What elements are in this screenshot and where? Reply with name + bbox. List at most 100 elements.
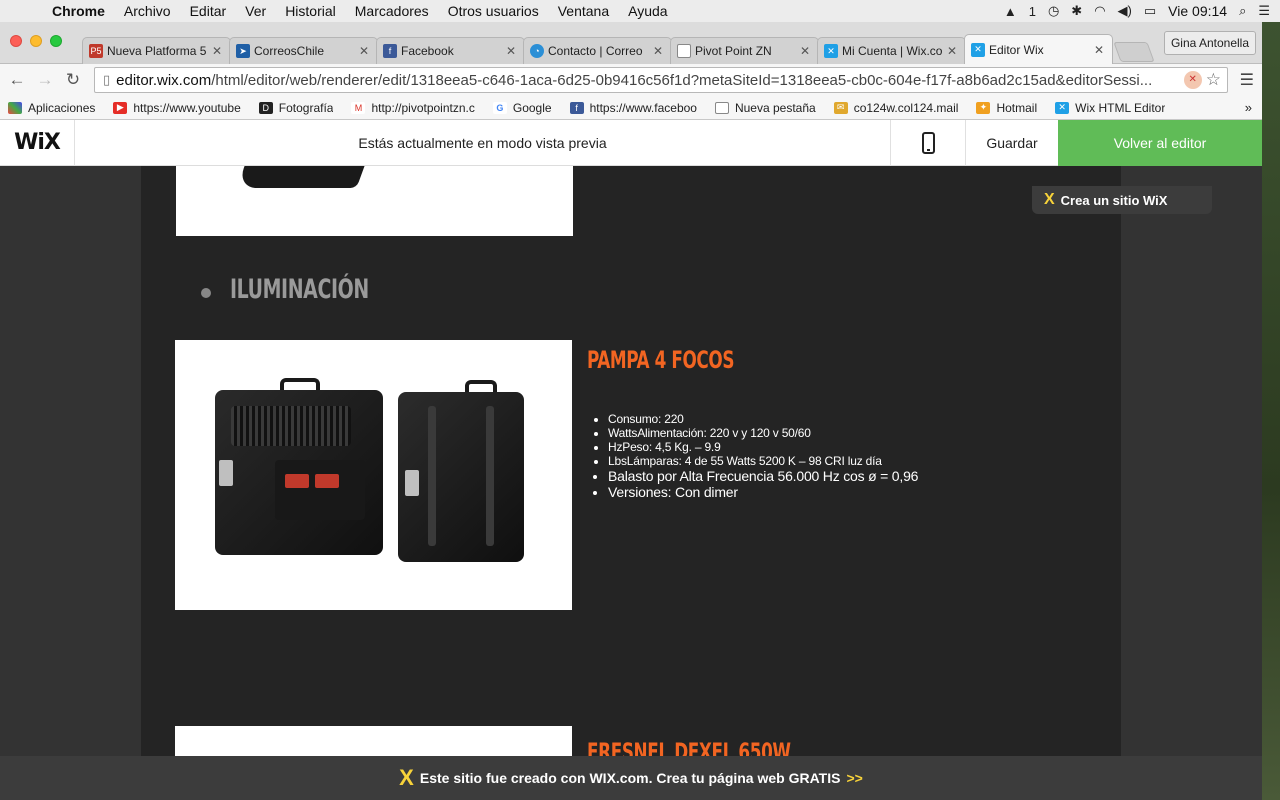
bookmark-wix-html-editor[interactable]: ✕ Wix HTML Editor	[1055, 101, 1165, 115]
previous-product-image[interactable]	[176, 166, 573, 236]
time-machine-icon[interactable]: ◷	[1048, 3, 1059, 19]
bookmark-facebook[interactable]: f https://www.faceboo	[569, 100, 697, 115]
battery-icon[interactable]: ▭	[1144, 3, 1156, 19]
wix-logo[interactable]: WiX	[0, 119, 75, 166]
close-icon[interactable]: ✕	[359, 44, 369, 58]
bookmark-label: Aplicaciones	[28, 100, 96, 115]
page-margin-right	[1121, 166, 1262, 800]
back-arrow-icon[interactable]: ←	[6, 70, 28, 90]
menu-app-name[interactable]: Chrome	[52, 3, 105, 19]
notification-center-icon[interactable]: ☰	[1258, 3, 1270, 19]
bookmark-label: https://www.faceboo	[589, 100, 697, 115]
menu-editar[interactable]: Editar	[190, 3, 227, 19]
desktop-background	[1260, 22, 1280, 800]
tab-label: Facebook	[401, 44, 454, 58]
close-icon[interactable]: ✕	[653, 44, 663, 58]
clock[interactable]: Vie 09:14	[1168, 3, 1227, 19]
bookmark-aplicaciones[interactable]: Aplicaciones	[8, 101, 95, 115]
forward-arrow-icon[interactable]: →	[34, 70, 56, 90]
close-icon[interactable]: ✕	[947, 44, 957, 58]
browser-window: P5 Nueva Platforma 5 ✕ ➤ CorreosChile ✕ …	[0, 22, 1262, 800]
reload-icon[interactable]: ↻	[62, 70, 84, 90]
url-host: editor.wix.com	[116, 71, 212, 89]
page-info-icon[interactable]: ▯	[103, 72, 110, 88]
address-bar[interactable]: ▯ editor.wix.com/html/editor/web/rendere…	[94, 67, 1228, 93]
tab-pivot-point[interactable]: Pivot Point ZN ✕	[670, 37, 819, 64]
spec-item: WattsAlimentación: 220 v y 120 v 50/60	[608, 426, 918, 440]
section-title: ILUMINACIÓN	[230, 274, 369, 305]
window-controls	[10, 35, 62, 47]
chrome-menu-icon[interactable]: ☰	[1240, 70, 1254, 90]
wix-x-icon: X	[1044, 191, 1055, 208]
bookmark-pivotpoint[interactable]: Mhttp://pivotpointzn.c	[351, 101, 475, 115]
create-wix-site-badge[interactable]: X Crea un sitio WiX	[1032, 186, 1212, 214]
bookmark-youtube[interactable]: ▶ https://www.youtube	[113, 100, 241, 115]
banner-arrows: >>	[846, 770, 863, 786]
tab-facebook[interactable]: f Facebook ✕	[376, 37, 525, 64]
tab-editor-wix[interactable]: ✕ Editor Wix ✕	[964, 34, 1113, 64]
mobile-view-button[interactable]	[890, 119, 965, 166]
extension-icon[interactable]: ✕	[1183, 71, 1202, 89]
youtube-icon: ▶	[113, 101, 128, 114]
new-tab-button[interactable]	[1113, 42, 1155, 62]
menu-ventana[interactable]: Ventana	[558, 3, 609, 19]
bookmark-label: Hotmail	[996, 100, 1038, 115]
back-to-editor-button[interactable]: Volver al editor	[1058, 119, 1262, 166]
page-icon	[677, 44, 691, 58]
contact-icon: ◔	[530, 44, 544, 58]
minimize-window-button[interactable]	[30, 35, 42, 47]
case-switch	[315, 474, 339, 488]
preview-mode-message: Estás actualmente en modo vista previa	[358, 134, 607, 151]
bookmark-label: https://www.youtube	[133, 100, 241, 115]
mail-icon: ✉	[833, 101, 848, 114]
profile-button[interactable]: Gina Antonella	[1163, 31, 1256, 55]
tab-nueva-platforma[interactable]: P5 Nueva Platforma 5 ✕	[82, 37, 231, 64]
gmail-icon: M	[351, 101, 366, 114]
tab-mi-cuenta-wix[interactable]: ✕ Mi Cuenta | Wix.co ✕	[817, 37, 966, 64]
case-grille	[231, 406, 351, 446]
bookmark-label: Fotografía	[278, 100, 334, 115]
close-icon[interactable]: ✕	[212, 44, 222, 58]
bluetooth-icon[interactable]: ✱	[1071, 3, 1082, 19]
bookmark-google[interactable]: G Google	[492, 101, 552, 115]
close-icon[interactable]: ✕	[506, 44, 516, 58]
maximize-window-button[interactable]	[50, 35, 62, 47]
menu-ver[interactable]: Ver	[245, 3, 266, 19]
tab-strip: P5 Nueva Platforma 5 ✕ ➤ CorreosChile ✕ …	[0, 22, 1262, 64]
adobe-icon[interactable]: ▲	[1004, 4, 1017, 19]
tab-contacto[interactable]: ◔ Contacto | Correo ✕	[523, 37, 672, 64]
bookmark-fotografia[interactable]: D Fotografía	[258, 100, 334, 115]
url-path: /html/editor/web/renderer/edit/1318eea5-…	[211, 71, 1153, 89]
wix-x-icon: X	[399, 765, 414, 790]
bookmark-nueva-pestana[interactable]: Nueva pestaña	[714, 101, 816, 115]
save-button[interactable]: Guardar	[965, 119, 1058, 166]
facebook-icon: f	[569, 101, 584, 114]
tab-label: Editor Wix	[989, 42, 1044, 57]
spec-item: Versiones: Con dimer	[608, 484, 918, 500]
bookmark-star-icon[interactable]: ☆	[1206, 70, 1221, 90]
close-icon[interactable]: ✕	[1094, 43, 1104, 57]
menu-archivo[interactable]: Archivo	[124, 3, 171, 19]
case-panel	[275, 460, 365, 520]
google-icon: G	[492, 101, 507, 114]
notification-count[interactable]: 1	[1029, 4, 1036, 19]
hotmail-icon: ✦	[976, 101, 991, 114]
tab-correoschile[interactable]: ➤ CorreosChile ✕	[229, 37, 378, 64]
menu-marcadores[interactable]: Marcadores	[355, 3, 429, 19]
bookmark-hotmail[interactable]: ✦ Hotmail	[976, 101, 1037, 115]
close-icon[interactable]: ✕	[800, 44, 810, 58]
spotlight-search-icon[interactable]: ⌕	[1239, 3, 1246, 19]
spec-item: Balasto por Alta Frecuencia 56.000 Hz co…	[608, 468, 918, 484]
menu-ayuda[interactable]: Ayuda	[628, 3, 667, 19]
wix-ad-banner[interactable]: X Este sitio fue creado con WIX.com. Cre…	[0, 756, 1262, 800]
photo-icon: D	[258, 101, 273, 114]
close-window-button[interactable]	[10, 35, 22, 47]
wifi-icon[interactable]: ◠	[1094, 3, 1105, 19]
volume-icon[interactable]: ◀)	[1118, 3, 1132, 19]
bookmark-mail[interactable]: ✉ co124w.col124.mail	[833, 101, 958, 115]
menu-otros-usuarios[interactable]: Otros usuarios	[448, 3, 539, 19]
menu-historial[interactable]: Historial	[285, 3, 336, 19]
bookmarks-overflow-icon[interactable]: »	[1245, 100, 1252, 115]
product-image-pampa[interactable]	[175, 340, 572, 610]
url-text[interactable]: editor.wix.com/html/editor/web/renderer/…	[116, 72, 1184, 89]
